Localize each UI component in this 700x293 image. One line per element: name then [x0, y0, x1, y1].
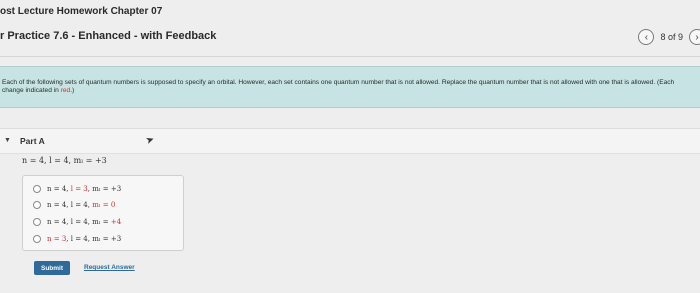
- chevron-left-icon: ‹: [644, 31, 649, 43]
- previous-item-button[interactable]: ‹: [638, 29, 655, 45]
- homework-title: ost Lecture Homework Chapter 07: [0, 6, 163, 17]
- request-answer-link[interactable]: Request Answer: [84, 264, 135, 271]
- item-counter: 8 of 9: [660, 32, 683, 42]
- instructions-text: Each of the following sets of quantum nu…: [2, 79, 692, 95]
- radio-button[interactable]: [33, 235, 41, 243]
- option-2[interactable]: n = 4, l = 4, mₗ = 0: [33, 198, 115, 212]
- radio-button[interactable]: [33, 201, 41, 209]
- chevron-right-icon: ›: [695, 31, 699, 43]
- next-item-button[interactable]: ›: [689, 29, 700, 45]
- given-quantum-numbers: n = 4, l = 4, mₗ = +3: [22, 156, 107, 165]
- part-label: Part A: [20, 136, 45, 146]
- part-a-header[interactable]: ▼ Part A ➤: [0, 128, 700, 154]
- mouse-pointer-icon: ➤: [144, 133, 157, 148]
- option-label: n = 4, l = 4, mₗ = +4: [47, 218, 122, 226]
- item-navigation: ‹ 8 of 9 ›: [638, 29, 700, 45]
- answer-options: n = 4, l = 3, mₗ = +3 n = 4, l = 4, mₗ =…: [22, 175, 184, 251]
- practice-title: r Practice 7.6 - Enhanced - with Feedbac…: [0, 30, 217, 42]
- option-label: n = 4, l = 3, mₗ = +3: [47, 185, 122, 193]
- instructions-banner: Each of the following sets of quantum nu…: [0, 66, 700, 108]
- option-label: n = 4, l = 4, mₗ = 0: [47, 201, 116, 209]
- instructions-red-word: red: [60, 87, 71, 94]
- header-divider: [0, 56, 700, 57]
- radio-button[interactable]: [33, 218, 41, 226]
- radio-button[interactable]: [33, 185, 41, 193]
- option-3[interactable]: n = 4, l = 4, mₗ = +4: [33, 215, 121, 229]
- instructions-end: .): [70, 87, 75, 94]
- caret-down-icon: ▼: [4, 137, 11, 144]
- option-1[interactable]: n = 4, l = 3, mₗ = +3: [33, 182, 121, 196]
- mastering-page: ost Lecture Homework Chapter 07 r Practi…: [0, 0, 700, 293]
- option-4[interactable]: n = 3, l = 4, mₗ = +3: [33, 232, 121, 246]
- instructions-main: Each of the following sets of quantum nu…: [2, 79, 675, 94]
- submit-button[interactable]: Submit: [34, 261, 70, 275]
- option-label: n = 3, l = 4, mₗ = +3: [47, 235, 122, 243]
